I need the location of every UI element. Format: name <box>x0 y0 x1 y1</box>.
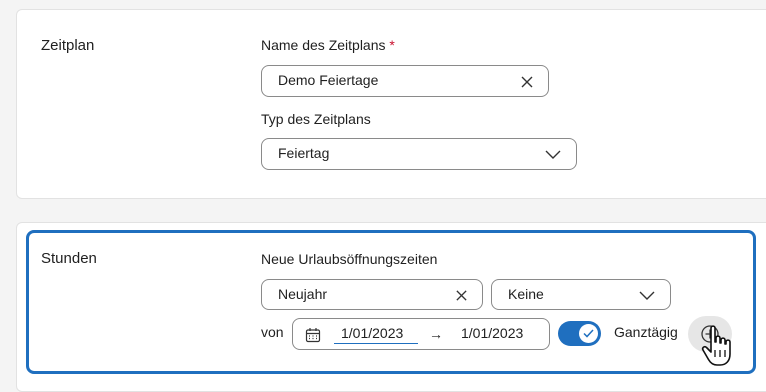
new-hours-label: Neue Urlaubsöffnungszeiten <box>261 251 438 267</box>
close-icon[interactable] <box>455 289 468 302</box>
schedule-name-label: Name des Zeitplans * <box>261 37 395 53</box>
repeat-value: Keine <box>508 286 544 302</box>
start-date[interactable]: 1/01/2023 <box>341 325 403 341</box>
schedule-type-value: Feiertag <box>278 145 330 161</box>
schedule-name-value: Demo Feiertage <box>278 72 379 88</box>
start-date-underline <box>334 343 418 344</box>
schedule-name-label-text: Name des Zeitplans <box>261 37 386 53</box>
toggle-knob <box>579 324 598 343</box>
schedule-name-input[interactable]: Demo Feiertage <box>261 65 549 97</box>
repeat-select[interactable]: Keine <box>491 279 671 310</box>
range-arrow: → <box>429 326 443 342</box>
required-mark: * <box>389 37 395 53</box>
date-range-input[interactable]: 1/01/2023 → 1/01/2023 <box>292 318 550 350</box>
schedule-type-label: Typ des Zeitplans <box>261 111 371 127</box>
schedule-type-select[interactable]: Feiertag <box>261 138 577 170</box>
all-day-toggle[interactable] <box>558 321 601 346</box>
chevron-down-icon <box>639 291 655 300</box>
chevron-down-icon <box>545 150 561 159</box>
from-label: von <box>261 324 284 340</box>
close-icon[interactable] <box>520 75 534 89</box>
schedule-section-title: Zeitplan <box>41 37 95 54</box>
hours-section-title: Stunden <box>41 250 97 267</box>
check-icon <box>583 329 594 338</box>
all-day-label: Ganztägig <box>614 324 678 340</box>
hand-cursor-icon <box>701 325 731 366</box>
holiday-value: Neujahr <box>278 286 328 302</box>
end-date[interactable]: 1/01/2023 <box>461 325 523 341</box>
calendar-icon[interactable] <box>305 327 321 343</box>
holiday-input[interactable]: Neujahr <box>261 279 483 310</box>
